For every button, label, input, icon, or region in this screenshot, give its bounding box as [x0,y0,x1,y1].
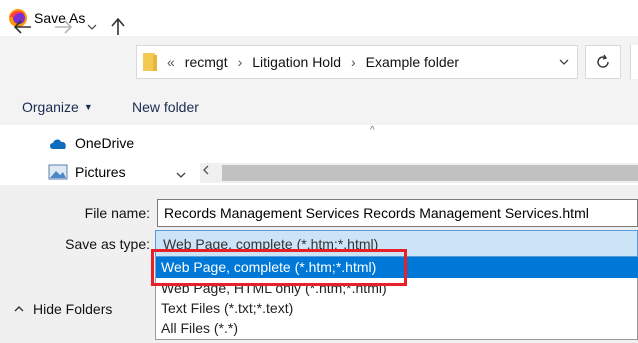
hide-folders-label: Hide Folders [33,301,113,317]
refresh-button[interactable] [585,45,621,79]
chevron-up-icon [14,306,24,312]
file-name-input[interactable]: Records Management Services Records Mana… [157,199,638,227]
breadcrumb-item-litigation-hold[interactable]: Litigation Hold [252,54,341,70]
chevron-down-icon [87,24,97,30]
scrollbar-thumb[interactable] [222,165,638,181]
breadcrumb-item-example-folder[interactable]: Example folder [366,54,459,70]
file-name-label: File name: [84,205,150,221]
new-folder-button[interactable]: New folder [132,99,199,115]
address-bar[interactable]: « recmgt › Litigation Hold › Example fol… [136,45,578,79]
breadcrumb-separator[interactable]: › [351,54,356,70]
save-as-type-label: Save as type: [65,236,150,252]
cloud-icon [50,138,66,149]
chevron-down-icon [559,59,569,65]
forward-button[interactable] [50,14,76,40]
search-box[interactable] [630,45,638,79]
back-button[interactable] [10,14,36,40]
chevron-left-icon [203,165,209,175]
folder-icon [143,53,157,71]
dropdown-option-text-files[interactable]: Text Files (*.txt;*.text) [156,298,638,318]
up-button[interactable] [106,14,130,40]
hide-folders-button[interactable]: Hide Folders [14,301,112,317]
arrow-up-icon [111,18,125,35]
nav-item-label: Pictures [75,164,126,180]
caret-down-icon: ▼ [83,102,93,112]
organize-button[interactable]: Organize ▼ [22,99,93,115]
nav-item-label: OneDrive [75,135,135,151]
breadcrumb-item-recmgt[interactable]: recmgt [185,54,228,70]
dropdown-option-all-files[interactable]: All Files (*.*) [156,318,638,338]
arrow-right-icon [55,20,72,34]
breadcrumb: « recmgt › Litigation Hold › Example fol… [167,54,459,70]
navigation-pane: OneDrive Pictures [0,125,197,185]
breadcrumb-overflow[interactable]: « [167,54,175,70]
breadcrumb-separator[interactable]: › [238,54,243,70]
address-dropdown[interactable] [559,54,569,68]
nav-item-onedrive[interactable]: OneDrive [48,135,134,151]
arrow-left-icon [14,20,31,34]
toolbar: Organize ▼ New folder [0,88,638,125]
pictures-icon [48,164,68,180]
annotation-highlight-box [151,249,407,286]
refresh-icon [597,54,609,68]
sort-caret-icon: ^ [370,125,375,136]
recent-locations-button[interactable] [84,16,100,38]
scroll-left-button[interactable] [203,164,209,178]
organize-label: Organize [22,99,79,115]
chevron-down-icon [176,172,186,178]
nav-scroll-down-button[interactable] [176,167,186,181]
nav-item-pictures[interactable]: Pictures [48,164,126,180]
